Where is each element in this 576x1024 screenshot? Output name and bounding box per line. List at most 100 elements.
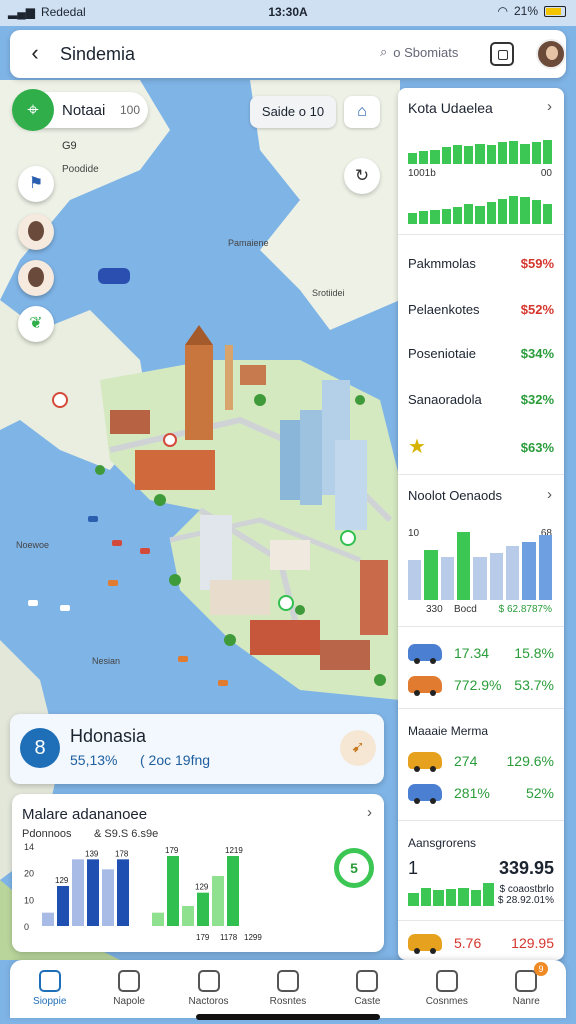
copy-icon[interactable] [490,42,514,66]
flame-icon[interactable]: ➹ [340,730,376,766]
stat-value: $32% [520,392,554,407]
nav-label: Napole [113,996,145,1007]
chart-bar [87,859,99,926]
mini-bar-chart [408,196,553,224]
nav-label: Cosnmes [425,996,468,1007]
bar [420,887,432,906]
bar-value-label: 129 [195,883,209,892]
chart-footer-right: $ 62.8787% [498,604,552,615]
bar [456,531,471,600]
nav-label: Nanre [512,996,540,1007]
bar [538,535,552,600]
top-app-bar: ‹ Sindemia ⌕ o Sbomiats [10,30,566,78]
chart-card[interactable]: Malare adananoee Pdonnoos & S9.S 6.s9e ›… [12,794,384,952]
home-icon[interactable]: ⌂ [344,96,380,128]
bar [505,546,520,600]
back-arrow-icon[interactable]: ‹ [22,41,48,67]
car-row[interactable]: 772.9% 53.7% [408,676,554,696]
nav-icon [435,970,458,992]
y-tick-label: 20 [24,869,34,879]
place-name: Notaai [62,102,106,119]
big-stat-left: 1 [408,858,419,878]
chart-subtitle: Pdonnoos [22,828,72,840]
chart-bar [57,886,69,926]
nav-item-nactoros[interactable]: Nactoros [169,960,248,1018]
bar [475,143,485,164]
chart-bar [167,856,179,926]
bar [408,212,418,224]
bar [419,150,429,164]
leaf-icon[interactable]: ❦ [18,306,54,342]
bar [497,142,508,164]
sub-stat: $ coaostbrlo [499,884,554,895]
map-label: Noewoe [16,540,50,550]
bar [509,141,519,164]
chart-bar [182,906,194,926]
bar [486,144,496,164]
chevron-right-icon[interactable]: › [367,804,372,821]
car-row[interactable]: 5.76 129.95 [408,934,554,954]
car-row[interactable]: 281% 52% [408,784,554,804]
car-value: 5.76 [454,934,482,951]
grouped-bar-chart: 14 20 10 0 129 139 178 179 129 1219 179 1178 1299 [24,842,262,942]
filter-chip[interactable]: Saide o 10 [250,96,336,128]
nav-item-sioppie[interactable]: Sioppie [10,960,89,1018]
divider [398,626,564,627]
chart-bar [72,859,84,926]
bar [520,143,530,164]
stat-label: Sanaoradola [408,392,482,407]
chart-title: Malare adananoee [22,806,148,823]
layers-icon[interactable]: ⚑ [18,166,54,202]
place-chip[interactable]: ⌖ Notaai 100 [12,89,148,131]
nav-icon [197,970,220,992]
chart-bar [152,912,164,926]
nav-item-nanre[interactable]: Nanre 9 [487,960,566,1018]
nav-item-cosnmes[interactable]: Cosnmes [407,960,486,1018]
friend-avatar[interactable] [18,214,54,250]
sub-stat: $ 28.92.01% [497,895,554,906]
car-row[interactable]: 17.34 15.8% [408,644,554,664]
chart-bar [102,869,114,926]
bar [441,147,451,164]
region-name: Hdonasia [70,726,147,746]
map-label: Pamaiene [228,238,269,248]
divider [398,708,564,709]
bottom-nav: Sioppie Napole Nactoros Rosntes Caste Cosnmes… [10,960,566,1018]
place-caption: Poodide [62,164,99,175]
nav-item-caste[interactable]: Caste [328,960,407,1018]
car-row[interactable]: 274 129.6% [408,752,554,772]
nav-item-rosntes[interactable]: Rosntes [248,960,327,1018]
search-field[interactable]: ⌕ o Sbomiats [380,44,458,60]
bar [424,549,438,600]
bar [497,198,508,224]
stats-panel: Kota Udaelea › 1001b 00 Pakmmolas $59% P… [398,88,564,960]
friend-avatar[interactable] [18,260,54,296]
chevron-right-icon[interactable]: › [547,98,552,115]
bar [458,887,469,906]
car-icon [408,644,442,664]
mini-bar-chart [408,880,495,906]
nav-icon [118,970,141,992]
nav-label: Caste [354,996,381,1007]
chart-bar [42,912,54,926]
battery-label: 21% [513,4,538,18]
chevron-right-icon[interactable]: › [547,486,552,503]
bar [433,890,444,906]
stat-value: $63% [520,440,554,455]
avatar[interactable] [536,39,566,69]
big-stat-right: 339.95 [498,858,554,878]
stat-value: $59% [520,256,554,271]
stat-value: $34% [520,346,554,361]
bar [408,560,422,600]
region-card[interactable]: 8 Hdonasia 55,13% ( 2oc 19fng ➹ [10,714,384,784]
bar [489,553,503,600]
bar [445,889,457,906]
progress-ring: 5 [334,848,374,888]
divider [398,820,564,821]
chart-footer-mid: Bocd [454,604,477,615]
car-value: 274 [454,752,478,769]
bar-value-label: 178 [115,849,129,858]
nav-item-napole[interactable]: Napole [89,960,168,1018]
refresh-icon[interactable]: ↻ [344,158,380,194]
nav-label: Rosntes [269,996,307,1007]
